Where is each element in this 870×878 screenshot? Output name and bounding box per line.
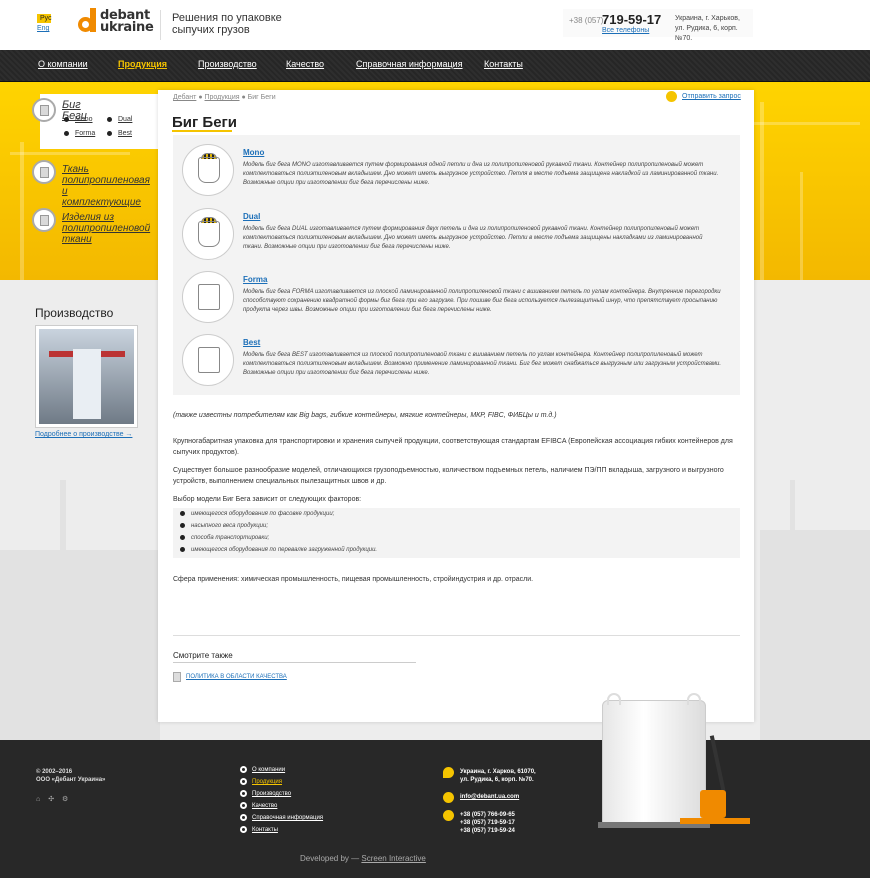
breadcrumb-home[interactable]: Дебант	[173, 94, 196, 101]
site-header: Рус Eng debant ukraine Решения по упаков…	[0, 0, 870, 50]
factor-item: имеющегося оборудования по фасовке проду…	[180, 511, 334, 517]
breadcrumb-current: Биг Беги	[247, 94, 276, 101]
factors-list: имеющегося оборудования по фасовке проду…	[173, 508, 740, 558]
copyright: © 2002–2016 ООО «Дебант Украина»	[36, 769, 106, 783]
quality-policy-link[interactable]: ПОЛИТИКА В ОБЛАСТИ КАЧЕСТВА	[186, 674, 287, 680]
factors-title: Выбор модели Биг Бега зависит от следующ…	[173, 496, 362, 503]
sub-mono[interactable]: Mono	[64, 116, 93, 123]
main-content: Дебант ● Продукция ● Биг Беги Отправить …	[158, 90, 754, 722]
bag-forma-icon[interactable]	[182, 271, 234, 323]
footer-nav-contacts[interactable]: Контакты	[240, 826, 278, 833]
bag-type-desc: Модель биг бега FORMA изготавливается из…	[243, 289, 721, 313]
bag-type-mono: Mono Модель биг бега MONO изготавливаетс…	[182, 144, 732, 204]
see-also-heading: Смотрите также	[173, 651, 416, 663]
location-icon	[443, 767, 454, 778]
site-footer: © 2002–2016 ООО «Дебант Украина» ⌂ ✣ ⚙ О…	[0, 740, 870, 878]
header-divider	[160, 10, 161, 40]
active-category-panel	[40, 94, 158, 149]
lang-en[interactable]: Eng	[37, 25, 51, 32]
bag-types-list: Mono Модель биг бега MONO изготавливаетс…	[173, 135, 740, 395]
page-title: Биг Беги	[172, 114, 238, 131]
bag-mono-icon[interactable]	[182, 144, 234, 196]
bag-type-name[interactable]: Mono	[243, 148, 264, 157]
nav-about[interactable]: О компании	[38, 59, 88, 69]
production-photo[interactable]	[35, 325, 138, 428]
nav-reference[interactable]: Справочная информация	[356, 59, 463, 69]
document-icon	[173, 672, 181, 682]
sub-best[interactable]: Best	[107, 130, 132, 137]
bag-type-desc: Модель биг бега BEST изготавливается из …	[243, 352, 722, 376]
bag-type-desc: Модель биг бега MONO изготавливается пут…	[243, 162, 719, 186]
language-switch: Рус Eng	[37, 14, 52, 32]
footer-nav-products[interactable]: Продукция	[240, 778, 282, 785]
bag-type-forma: Forma Модель биг бега FORMA изготавливае…	[182, 271, 732, 331]
settings-icon[interactable]: ⚙	[62, 796, 68, 803]
sitemap-icon[interactable]: ✣	[48, 796, 54, 803]
nav-contacts[interactable]: Контакты	[484, 59, 523, 69]
footer-nav-production[interactable]: Производство	[240, 790, 291, 797]
bag-type-name[interactable]: Best	[243, 338, 260, 347]
sub-forma[interactable]: Forma	[64, 130, 95, 137]
fabric-icon	[32, 160, 56, 184]
footer-icons: ⌂ ✣ ⚙	[36, 795, 74, 803]
nav-production[interactable]: Производство	[198, 59, 257, 69]
pallet-jack-fork	[680, 818, 750, 824]
phone-icon	[443, 810, 454, 821]
all-phones-link[interactable]: Все телефоны	[602, 27, 649, 34]
product-icon	[32, 208, 56, 232]
bag-type-dual: Dual Модель биг бега DUAL изготавливаетс…	[182, 208, 732, 268]
nav-quality[interactable]: Качество	[286, 59, 324, 69]
envelope-icon[interactable]	[666, 91, 677, 102]
developer-credit: Developed by — Screen Interactive	[300, 854, 426, 863]
production-heading: Производство	[35, 306, 114, 320]
category-title[interactable]: Изделия из полипропиленовой ткани	[62, 212, 150, 245]
footer-email[interactable]: info@debant.ua.com	[460, 793, 519, 801]
phone-box: +38 (057) 719-59-17 Все телефоны Украина…	[563, 9, 753, 42]
footer-nav-reference[interactable]: Справочная информация	[240, 814, 323, 821]
footer-address: Украина, г. Харков, 61070, ул. Рудика, 6…	[460, 769, 536, 783]
pallet-jack	[700, 790, 726, 818]
lang-ru[interactable]: Рус	[37, 14, 52, 23]
nav-products[interactable]: Продукция	[118, 59, 167, 69]
content-divider	[173, 635, 740, 636]
bag-dual-icon[interactable]	[182, 208, 234, 260]
main-nav: О компании Продукция Производство Качест…	[0, 50, 870, 82]
category-title[interactable]: Ткань полипропиленовая и комплектующие	[62, 164, 150, 208]
breadcrumb-products[interactable]: Продукция	[205, 94, 240, 101]
also-known-text: (также известны потребителям как Big bag…	[173, 412, 557, 419]
home-icon[interactable]: ⌂	[36, 796, 40, 803]
footer-nav-quality[interactable]: Качество	[240, 802, 277, 809]
factor-item: имеющегося оборудования по перевалке заг…	[180, 547, 377, 553]
logo-text: debant ukraine	[100, 8, 154, 35]
breadcrumb: Дебант ● Продукция ● Биг Беги	[173, 94, 276, 101]
bag-type-name[interactable]: Dual	[243, 212, 260, 221]
phone-code: +38 (057)	[569, 16, 604, 25]
logo-icon	[78, 8, 96, 32]
footer-phones: +38 (057) 766-09-65 +38 (057) 719-59-17 …	[460, 812, 515, 834]
tagline: Решения по упаковке сыпучих грузов	[172, 12, 282, 36]
factor-item: насыпного веса продукции;	[180, 523, 268, 529]
header-address: Украина, г. Харьков, ул. Рудика, 6, корп…	[675, 15, 740, 42]
bag-icon	[32, 98, 56, 122]
bag-type-desc: Модель биг бега DUAL изготавливается пут…	[243, 226, 703, 250]
production-more-link[interactable]: Подробнее о производстве →	[35, 431, 132, 438]
title-underline	[172, 130, 232, 132]
big-bag-illustration	[602, 693, 706, 824]
sub-dual[interactable]: Dual	[107, 116, 132, 123]
bag-best-icon[interactable]	[182, 334, 234, 386]
footer-nav-about[interactable]: О компании	[240, 766, 285, 773]
paragraph-1: Крупногабаритная упаковка для транспорти…	[173, 438, 733, 456]
phone-number: 719-59-17	[602, 12, 662, 27]
bag-type-best: Best Модель биг бега BEST изготавливаетс…	[182, 334, 732, 394]
email-icon	[443, 792, 454, 803]
paragraph-2: Существует большое разнообразие моделей,…	[173, 467, 724, 485]
bag-type-name[interactable]: Forma	[243, 275, 267, 284]
send-request-link[interactable]: Отправить запрос	[682, 93, 741, 100]
application-text: Сфера применения: химическая промышленно…	[173, 576, 534, 583]
developer-link[interactable]: Screen Interactive	[361, 854, 425, 863]
factor-item: способа транспортировки;	[180, 535, 269, 541]
